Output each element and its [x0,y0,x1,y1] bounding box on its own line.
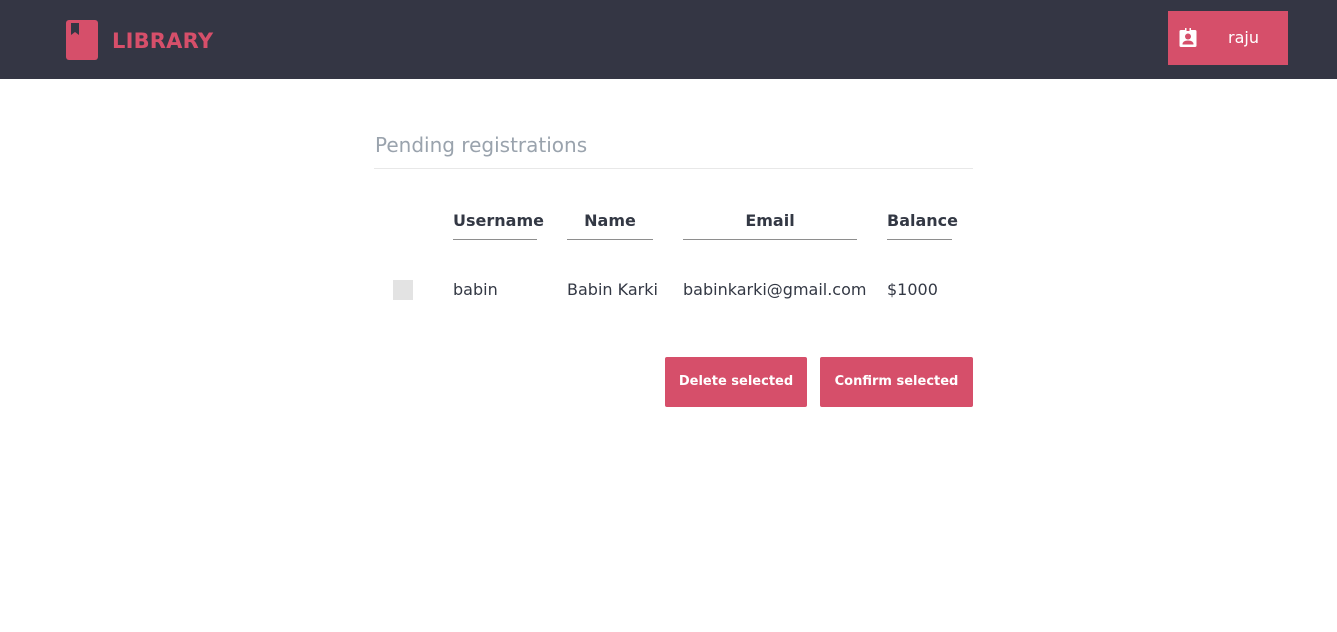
delete-selected-button[interactable]: Delete selected [665,357,807,407]
row-select-checkbox[interactable] [393,280,413,300]
cell-email: babinkarki@gmail.com [683,280,867,299]
cell-name: Babin Karki [567,280,658,299]
confirm-selected-button[interactable]: Confirm selected [820,357,973,407]
page-title: Pending registrations [375,133,588,157]
app-logo-text[interactable]: LIBRARY [112,28,213,54]
contact-badge-icon [1179,28,1197,47]
title-divider [374,168,973,169]
cell-username: babin [453,280,498,299]
user-menu-button[interactable]: raju [1168,11,1288,65]
column-header-balance: Balance [887,210,958,240]
user-name-label: raju [1228,28,1259,47]
cell-balance: $1000 [887,280,938,299]
top-navbar: LIBRARY raju [0,0,1337,79]
column-header-username: Username [453,210,544,240]
bookmark-icon[interactable] [66,20,98,60]
column-header-name: Name [567,210,653,240]
column-header-email: Email [683,210,857,240]
